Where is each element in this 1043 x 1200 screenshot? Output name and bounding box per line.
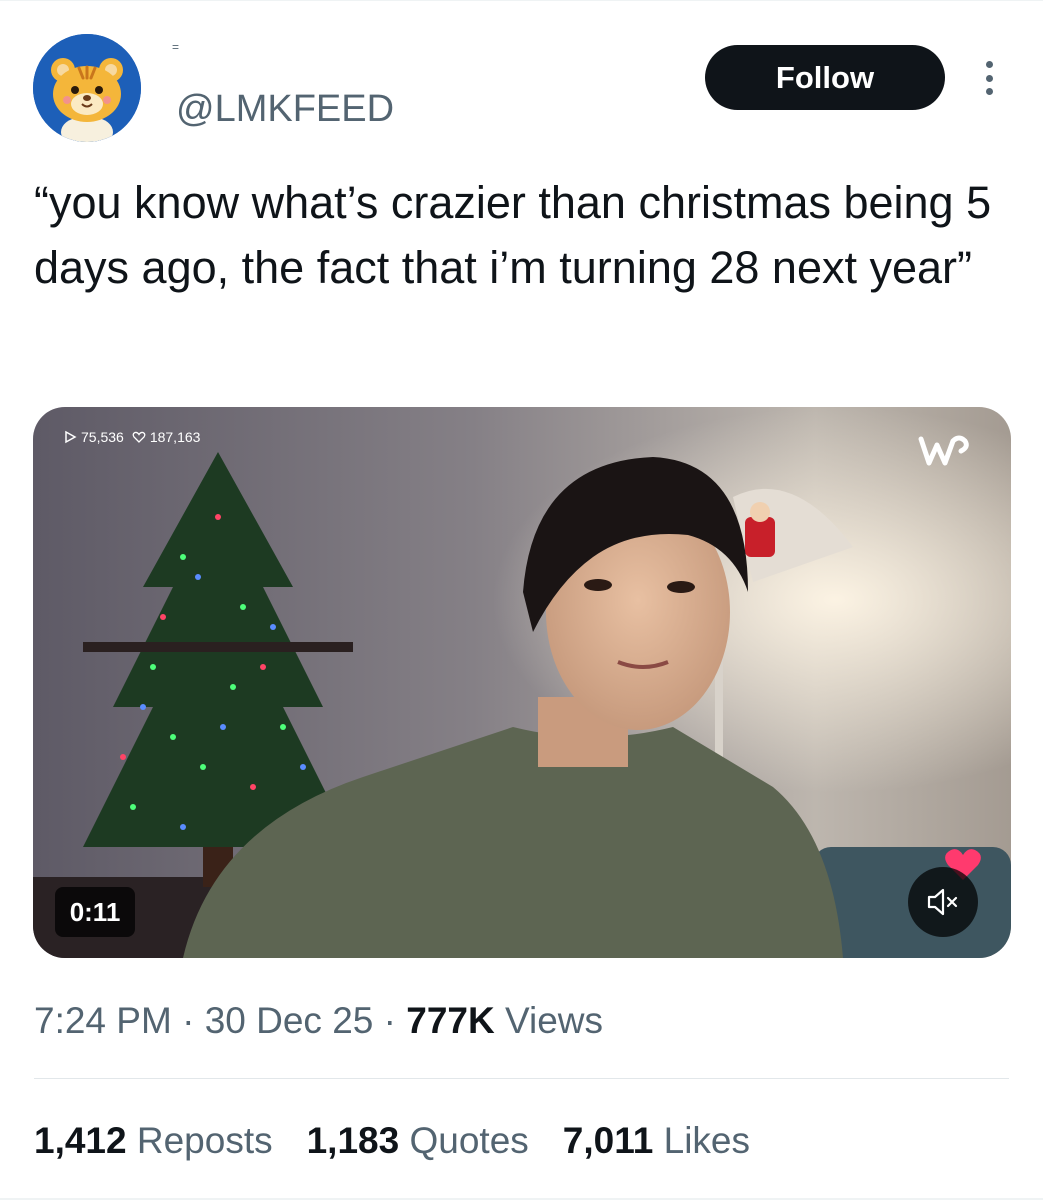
avatar[interactable] <box>33 34 141 142</box>
tweet-meta: 7:24 PM · 30 Dec 25 · 777K Views <box>34 1000 603 1042</box>
video-stats: 75,536 187,163 <box>63 429 200 445</box>
top-border <box>0 0 1043 1</box>
plays-stat: 75,536 <box>63 429 124 445</box>
speaker-muted-icon <box>927 888 958 916</box>
divider <box>34 1078 1009 1079</box>
heart-outline-icon <box>132 431 146 443</box>
likes-stat-count: 187,163 <box>149 429 201 445</box>
video-frame-image <box>33 407 1011 958</box>
likes-label: Likes <box>663 1120 751 1161</box>
views-label: Views <box>504 1000 604 1041</box>
video-player[interactable]: 75,536 187,163 0:11 <box>33 407 1011 958</box>
meta-separator: · <box>383 1000 396 1041</box>
more-dot <box>985 61 993 68</box>
more-dot <box>985 88 993 95</box>
user-handle[interactable]: @LMKFEED <box>176 88 394 131</box>
meta-separator: · <box>182 1000 195 1041</box>
more-options-icon[interactable] <box>975 57 1003 99</box>
likes-stat: 187,163 <box>132 429 201 445</box>
plays-count: 75,536 <box>81 429 124 445</box>
reposts-stat[interactable]: 1,412 Reposts <box>34 1120 273 1162</box>
tweet-date[interactable]: 30 Dec 25 <box>205 1000 374 1041</box>
tiger-mascot-icon <box>33 34 141 142</box>
engagement-stats: 1,412 Reposts 1,183 Quotes 7,011 Likes <box>34 1120 750 1162</box>
mute-button[interactable] <box>908 867 978 937</box>
reposts-count: 1,412 <box>34 1120 127 1161</box>
quotes-count: 1,183 <box>306 1120 400 1161</box>
tweet-text: “you know what’s crazier than christmas … <box>34 177 992 293</box>
views-count: 777K <box>406 1000 495 1041</box>
reposts-label: Reposts <box>136 1120 273 1161</box>
likes-count: 7,011 <box>562 1120 654 1161</box>
more-dot <box>985 74 993 82</box>
tweet-time[interactable]: 7:24 PM <box>34 1000 172 1041</box>
display-name[interactable]: = <box>172 40 179 54</box>
likes-stat[interactable]: 7,011 Likes <box>563 1120 750 1162</box>
quotes-label: Quotes <box>409 1120 529 1161</box>
weverse-logo-icon <box>918 435 969 466</box>
play-icon <box>65 430 77 444</box>
follow-button[interactable]: Follow <box>705 45 945 110</box>
quotes-stat[interactable]: 1,183 Quotes <box>307 1120 529 1162</box>
video-duration: 0:11 <box>55 887 135 937</box>
